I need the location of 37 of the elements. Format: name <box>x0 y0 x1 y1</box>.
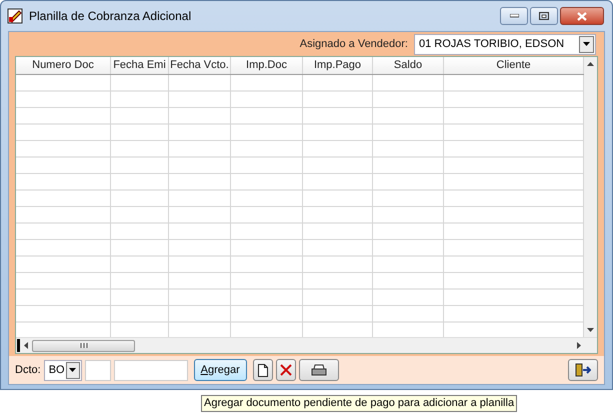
scroll-left-icon <box>24 342 28 349</box>
close-button[interactable] <box>560 7 604 25</box>
number-field[interactable] <box>114 360 188 380</box>
vendor-dropdown[interactable]: 01 ROJAS TORIBIO, EDSON <box>414 34 596 54</box>
column-header[interactable]: Fecha Vcto. <box>169 57 231 74</box>
window-title: Planilla de Cobranza Adicional <box>29 8 192 25</box>
scroll-right-icon <box>577 342 581 349</box>
column-header[interactable]: Imp.Pago <box>303 57 373 74</box>
minimize-button[interactable] <box>500 7 528 25</box>
new-button[interactable] <box>252 359 273 381</box>
doc-type-dropdown[interactable]: BO <box>44 360 82 380</box>
column-header[interactable]: Imp.Doc <box>231 57 303 74</box>
column-header[interactable]: Fecha Emi <box>111 57 169 74</box>
minimize-icon <box>510 14 518 18</box>
delete-button[interactable] <box>276 359 296 381</box>
delete-icon <box>280 364 292 376</box>
print-button[interactable] <box>298 359 339 381</box>
maximize-button[interactable] <box>530 7 558 25</box>
column-header[interactable]: Saldo <box>373 57 444 74</box>
tooltip: Agregar documento pendiente de pago para adicionar a planilla <box>201 395 518 412</box>
app-icon <box>7 8 23 24</box>
grip-icon <box>80 343 88 348</box>
vendor-label: Asignado a Vendedor: <box>300 36 408 52</box>
printer-icon <box>310 364 327 376</box>
scroll-up-icon <box>587 62 594 66</box>
dcto-label: Dcto: <box>15 362 41 378</box>
add-button[interactable]: Agregar <box>194 359 247 381</box>
vertical-scrollbar[interactable] <box>584 57 597 337</box>
close-icon <box>577 12 587 20</box>
series-field[interactable] <box>84 360 111 380</box>
maximize-icon <box>539 12 549 20</box>
column-header[interactable]: Numero Doc <box>16 57 111 74</box>
scroll-down-icon <box>587 328 594 332</box>
scroll-thumb[interactable] <box>32 340 135 352</box>
exit-door-icon <box>575 363 591 377</box>
exit-button[interactable] <box>568 359 598 381</box>
document-icon <box>258 364 268 376</box>
